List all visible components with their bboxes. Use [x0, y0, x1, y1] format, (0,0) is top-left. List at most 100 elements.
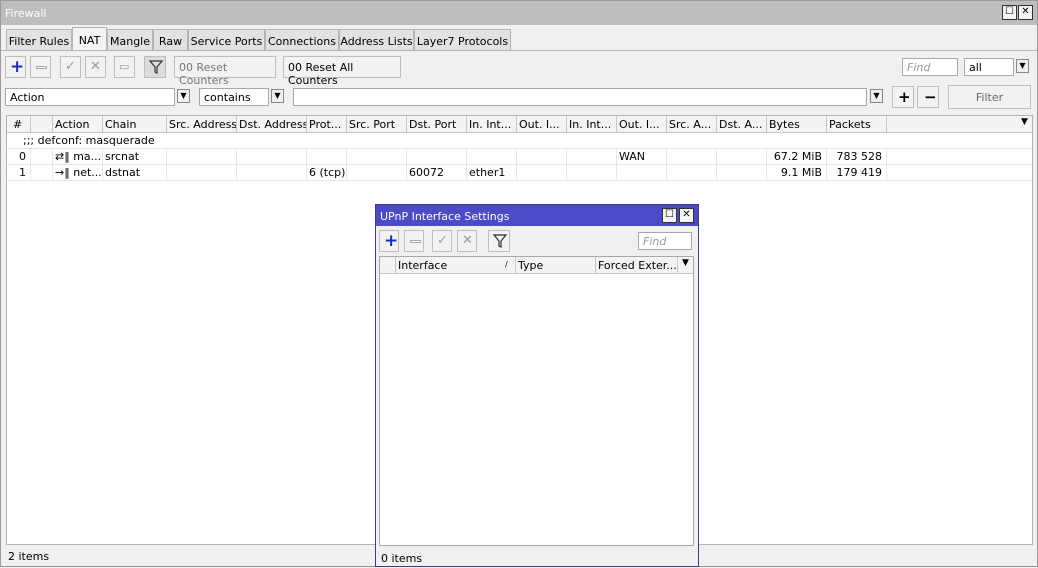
add-button[interactable]: +: [5, 56, 26, 78]
col-out-interface[interactable]: Out. I...: [517, 116, 567, 133]
upnp-status-item-count: 0 items: [381, 552, 423, 565]
upnp-title-bar[interactable]: UPnP Interface Settings ☐ ✕: [376, 205, 698, 226]
add-filter-button[interactable]: +: [892, 86, 914, 108]
table-header: # Action Chain Src. Address Dst. Address…: [7, 116, 1032, 133]
upnp-window-title: UPnP Interface Settings: [380, 210, 510, 223]
plus-icon: +: [384, 231, 399, 251]
row-protocol: 6 (tcp): [309, 165, 347, 181]
minus-icon: [36, 66, 47, 69]
row-chain: srcnat: [103, 149, 167, 165]
tab-filter-rules[interactable]: Filter Rules: [6, 29, 72, 51]
enable-button[interactable]: ✓: [60, 56, 81, 78]
table-row[interactable]: 1 →‖ net... dstnat 6 (tcp) 60072 ether1 …: [7, 165, 1032, 181]
maximize-icon[interactable]: ☐: [1002, 5, 1017, 20]
row-in-interface: ether1: [467, 165, 517, 181]
minus-icon: [410, 240, 421, 243]
rule-comment: ;;; defconf: masquerade: [23, 134, 155, 147]
remove-button[interactable]: [30, 56, 51, 78]
close-icon[interactable]: ✕: [679, 208, 694, 223]
reset-all-counters-button[interactable]: 00 Reset All Counters: [283, 56, 401, 87]
upnp-find-input[interactable]: Find: [638, 232, 692, 250]
reset-counters-button[interactable]: 00 Reset Counters: [174, 56, 276, 87]
filter-operator-dropdown-icon[interactable]: ▼: [271, 89, 284, 103]
minus-icon: −: [924, 88, 937, 106]
plus-icon: +: [10, 57, 25, 77]
close-icon[interactable]: ✕: [1018, 5, 1033, 20]
row-packets: 179 419: [827, 165, 887, 181]
col-dst-address-list[interactable]: Dst. A...: [717, 116, 767, 133]
row-protocol: [307, 149, 347, 165]
filter-field-dropdown-icon[interactable]: ▼: [177, 89, 190, 103]
col-bytes[interactable]: Bytes: [767, 116, 827, 133]
row-action: →‖ net...: [53, 165, 103, 181]
filter-field-select[interactable]: Action: [5, 88, 175, 106]
upnp-enable-button[interactable]: ✓: [432, 230, 452, 252]
filter-button[interactable]: Filter: [948, 85, 1031, 109]
filter-value-dropdown-icon[interactable]: ▼: [870, 89, 883, 103]
tab-nat[interactable]: NAT: [72, 27, 107, 51]
col-protocol[interactable]: Prot...: [307, 116, 347, 133]
tab-layer7-protocols[interactable]: Layer7 Protocols: [414, 29, 511, 51]
title-bar[interactable]: Firewall ☐ ✕: [1, 1, 1037, 25]
tab-service-ports[interactable]: Service Ports: [188, 29, 265, 51]
col-dst-address[interactable]: Dst. Address: [237, 116, 307, 133]
plus-icon: +: [898, 88, 911, 106]
upnp-add-button[interactable]: +: [379, 230, 399, 252]
comment-button[interactable]: ▭: [114, 56, 135, 78]
col-src-address-list[interactable]: Src. A...: [667, 116, 717, 133]
tab-mangle[interactable]: Mangle: [107, 29, 153, 51]
upnp-table-header: Interface / Type Forced Exter... ▼: [380, 257, 693, 274]
funnel-icon: [148, 60, 164, 74]
masquerade-icon: ⇄‖: [55, 150, 74, 163]
row-bytes: 9.1 MiB: [767, 165, 827, 181]
row-number: 1: [7, 165, 31, 181]
disable-button[interactable]: ✕: [85, 56, 106, 78]
tab-raw[interactable]: Raw: [153, 29, 188, 51]
row-out-interface-list: WAN: [617, 149, 667, 165]
row-dst-port: [407, 149, 467, 165]
column-chooser-icon[interactable]: ▼: [678, 257, 693, 274]
tab-divider: [1, 50, 1037, 51]
col-forced-external-ip[interactable]: Forced Exter...: [596, 257, 678, 274]
col-flags[interactable]: [31, 116, 53, 133]
scope-select[interactable]: all: [964, 58, 1014, 76]
row-number: 0: [7, 149, 31, 165]
sort-indicator-icon: /: [505, 260, 508, 269]
col-out-interface-list[interactable]: Out. I...: [617, 116, 667, 133]
scope-dropdown-icon[interactable]: ▼: [1016, 59, 1029, 73]
upnp-filter-button[interactable]: [488, 230, 510, 252]
row-action-text: net...: [73, 166, 102, 179]
window-title: Firewall: [5, 7, 47, 20]
table-row[interactable]: 0 ⇄‖ ma... srcnat WAN 67.2 MiB 783 528: [7, 149, 1032, 165]
row-action: ⇄‖ ma...: [53, 149, 103, 165]
col-in-interface[interactable]: In. Int...: [467, 116, 517, 133]
row-action-text: ma...: [73, 150, 102, 163]
row-dst-port: 60072: [407, 165, 467, 181]
col-action[interactable]: Action: [53, 116, 103, 133]
col-number[interactable]: #: [7, 116, 31, 133]
filter-value-input[interactable]: [293, 88, 867, 106]
tab-connections[interactable]: Connections: [265, 29, 339, 51]
col-src-address[interactable]: Src. Address: [167, 116, 237, 133]
col-src-port[interactable]: Src. Port: [347, 116, 407, 133]
col-type[interactable]: Type: [516, 257, 596, 274]
col-chain[interactable]: Chain: [103, 116, 167, 133]
col-in-interface-list[interactable]: In. Int...: [567, 116, 617, 133]
find-input[interactable]: Find: [902, 58, 958, 76]
upnp-remove-button[interactable]: [404, 230, 424, 252]
comment-row[interactable]: ;;; defconf: masquerade: [7, 133, 1032, 149]
check-icon: ✓: [437, 233, 448, 248]
remove-filter-button[interactable]: −: [917, 86, 939, 108]
upnp-disable-button[interactable]: ✕: [457, 230, 477, 252]
column-chooser-icon[interactable]: ▼: [1017, 116, 1032, 133]
col-dst-port[interactable]: Dst. Port: [407, 116, 467, 133]
row-packets: 783 528: [827, 149, 887, 165]
status-bar-item-count: 2 items: [8, 550, 50, 563]
maximize-icon[interactable]: ☐: [662, 208, 677, 223]
col-packets[interactable]: Packets: [827, 116, 887, 133]
col-interface[interactable]: Interface: [396, 257, 516, 274]
filter-operator-select[interactable]: contains: [199, 88, 269, 106]
tab-address-lists[interactable]: Address Lists: [339, 29, 414, 51]
cross-icon: ✕: [90, 59, 101, 74]
filter-toggle-button[interactable]: [144, 56, 166, 78]
